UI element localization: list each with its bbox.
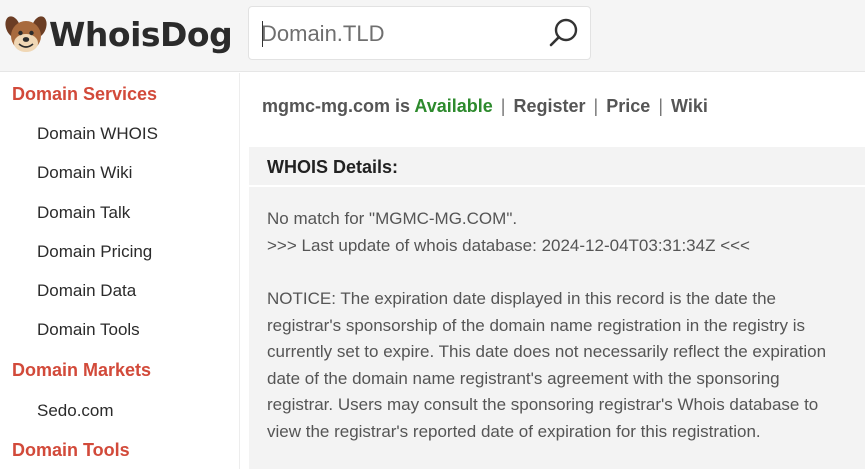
sidebar-heading-domain-services[interactable]: Domain Services [12,84,157,105]
domain-name-link[interactable]: mgmc-mg.com [262,96,390,116]
register-link[interactable]: Register [514,96,586,116]
sidebar-heading-domain-tools[interactable]: Domain Tools [12,440,130,461]
separator: | [658,96,663,116]
sidebar-item-domain-tools[interactable]: Domain Tools [37,320,140,340]
sidebar-item-domain-wiki[interactable]: Domain Wiki [37,163,132,183]
whois-line: registrar. Users may consult the sponsor… [267,395,819,414]
whois-line: NOTICE: The expiration date displayed in… [267,289,777,308]
search-icon[interactable] [547,16,581,50]
sidebar-item-domain-data[interactable]: Domain Data [37,281,136,301]
text-caret [262,21,263,47]
whois-header-bar: WHOIS Details: [249,147,865,185]
wiki-link[interactable]: Wiki [671,96,708,116]
sidebar-item-domain-whois[interactable]: Domain WHOIS [37,124,158,144]
whois-line: view the registrar's reported date of ex… [267,422,761,441]
search-input[interactable] [261,19,531,49]
search-box [248,6,591,60]
brand-name: WhoisDog [49,14,233,54]
whois-line: date of the domain name registrant's agr… [267,369,780,388]
sidebar-item-sedo[interactable]: Sedo.com [37,401,114,421]
whois-line: registrar's sponsorship of the domain na… [267,316,806,335]
whois-line: currently set to expire. This date does … [267,342,827,361]
whois-record: No match for "MGMC-MG.COM". >>> Last upd… [249,187,865,469]
availability-line: mgmc-mg.com is Available | Register | Pr… [262,96,708,117]
dog-face-icon [5,16,47,52]
sidebar-item-domain-pricing[interactable]: Domain Pricing [37,242,152,262]
is-text: is [395,96,411,116]
sidebar-nav: Domain Services Domain WHOIS Domain Wiki… [0,73,240,469]
whois-line: No match for "MGMC-MG.COM". [267,209,518,228]
price-link[interactable]: Price [606,96,650,116]
status-available: Available [414,96,493,116]
sidebar-item-domain-talk[interactable]: Domain Talk [37,203,130,223]
separator: | [593,96,599,116]
main-content: mgmc-mg.com is Available | Register | Pr… [241,73,865,469]
top-header: WhoisDog [0,0,865,72]
whois-line: >>> Last update of whois database: 2024-… [267,236,750,255]
whois-title: WHOIS Details: [267,157,399,177]
sidebar-heading-domain-markets[interactable]: Domain Markets [12,360,151,381]
site-logo[interactable]: WhoisDog [4,8,233,60]
separator: | [500,96,506,116]
